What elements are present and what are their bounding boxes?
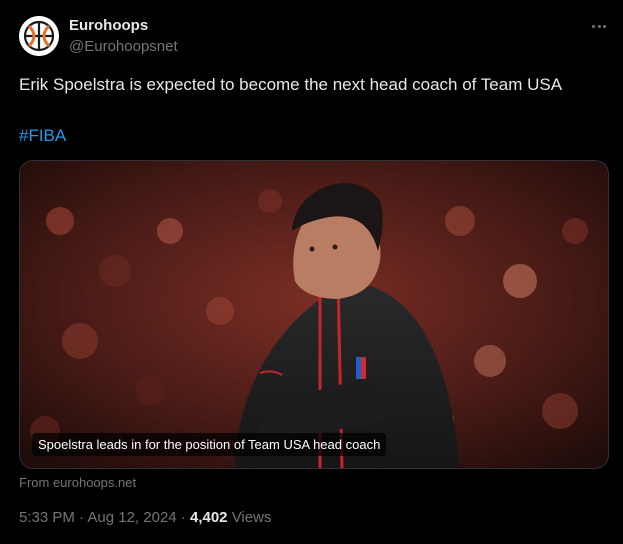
image-caption: Spoelstra leads in for the position of T… — [32, 433, 387, 456]
media-photo — [20, 161, 608, 468]
basketball-logo-icon — [19, 16, 59, 56]
tweet-date[interactable]: Aug 12, 2024 — [87, 509, 176, 526]
hashtag-link[interactable]: #FIBA — [19, 124, 66, 147]
author-display-name[interactable]: Eurohoops — [69, 16, 148, 36]
author-handle[interactable]: @Eurohoopsnet — [69, 37, 178, 57]
meta-separator: · — [176, 509, 190, 526]
media-card[interactable]: Spoelstra leads in for the position of T… — [19, 160, 609, 469]
views-count: 4,402 — [189, 509, 228, 526]
more-options-button[interactable] — [587, 14, 611, 38]
tweet-time[interactable]: 5:33 PM — [19, 509, 75, 526]
more-dot — [597, 24, 601, 28]
tweet-meta: 5:33 PM · Aug 12, 2024 · 4,402 Views — [19, 508, 271, 528]
tweet-text: Erik Spoelstra is expected to become the… — [19, 75, 563, 94]
more-dot — [602, 24, 606, 28]
more-horizontal-icon — [592, 24, 596, 28]
source-link[interactable]: From eurohoops.net — [19, 475, 136, 491]
views-label: Views — [227, 509, 272, 526]
avatar[interactable] — [19, 16, 59, 56]
meta-separator: · — [74, 509, 88, 526]
